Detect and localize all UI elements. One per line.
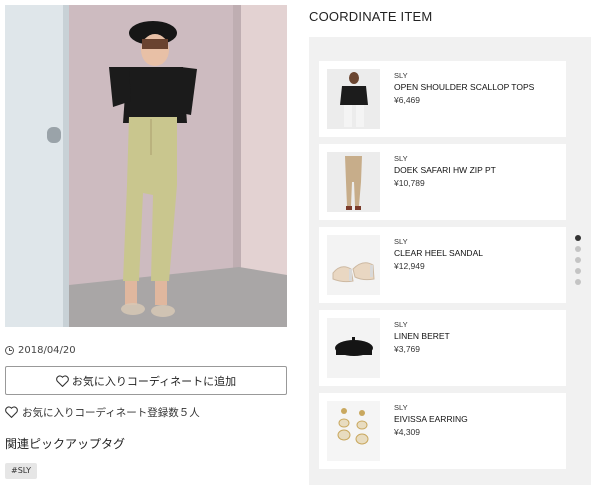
coordinate-item-card[interactable]: SLY LINEN BERET ¥3,769 <box>319 310 566 386</box>
favorite-count: お気に入りコーディネート登録数５人 <box>5 404 200 420</box>
pager-dot-4[interactable] <box>575 268 581 274</box>
item-price: ¥6,469 <box>394 95 420 105</box>
item-thumbnail <box>327 318 380 378</box>
item-pager <box>575 235 583 290</box>
favorite-count-text: お気に入りコーディネート登録数５人 <box>22 406 200 419</box>
coordinate-item-list: SLY OPEN SHOULDER SCALLOP TOPS ¥6,469 SL… <box>309 37 591 485</box>
item-thumbnail <box>327 69 380 129</box>
post-date-text: 2018/04/20 <box>18 344 76 356</box>
add-favorite-coordinate-button[interactable]: お気に入りコーディネートに追加 <box>5 366 287 395</box>
pager-dot-2[interactable] <box>575 246 581 252</box>
item-price: ¥4,309 <box>394 427 420 437</box>
pager-dot-3[interactable] <box>575 257 581 263</box>
item-name: EIVISSA EARRING <box>394 414 468 424</box>
heart-icon <box>5 406 18 418</box>
coordinate-item-card[interactable]: SLY DOEK SAFARI HW ZIP PT ¥10,789 <box>319 144 566 220</box>
clock-icon <box>5 345 14 355</box>
post-date: 2018/04/20 <box>5 343 76 357</box>
tag-sly[interactable]: #SLY <box>5 463 38 479</box>
item-brand: SLY <box>394 71 408 80</box>
item-name: DOEK SAFARI HW ZIP PT <box>394 165 496 175</box>
item-name: OPEN SHOULDER SCALLOP TOPS <box>394 82 535 92</box>
item-thumbnail <box>327 401 380 461</box>
item-brand: SLY <box>394 320 408 329</box>
item-brand: SLY <box>394 403 408 412</box>
item-thumbnail <box>327 152 380 212</box>
item-price: ¥10,789 <box>394 178 425 188</box>
pager-dot-1[interactable] <box>575 235 581 241</box>
related-tags-heading: 関連ピックアップタグ <box>5 437 126 451</box>
item-brand: SLY <box>394 237 408 246</box>
pager-dot-5[interactable] <box>575 279 581 285</box>
item-thumbnail <box>327 235 380 295</box>
coordinate-item-heading: COORDINATE ITEM <box>309 9 433 24</box>
item-price: ¥12,949 <box>394 261 425 271</box>
coordinate-item-card[interactable]: SLY EIVISSA EARRING ¥4,309 <box>319 393 566 469</box>
heart-icon <box>56 374 69 387</box>
item-name: CLEAR HEEL SANDAL <box>394 248 483 258</box>
coordinate-photo[interactable] <box>5 5 287 327</box>
add-favorite-label: お気に入りコーディネートに追加 <box>71 374 237 388</box>
item-price: ¥3,769 <box>394 344 420 354</box>
coordinate-item-card[interactable]: SLY OPEN SHOULDER SCALLOP TOPS ¥6,469 <box>319 61 566 137</box>
coordinate-item-card[interactable]: SLY CLEAR HEEL SANDAL ¥12,949 <box>319 227 566 303</box>
item-name: LINEN BERET <box>394 331 450 341</box>
item-brand: SLY <box>394 154 408 163</box>
